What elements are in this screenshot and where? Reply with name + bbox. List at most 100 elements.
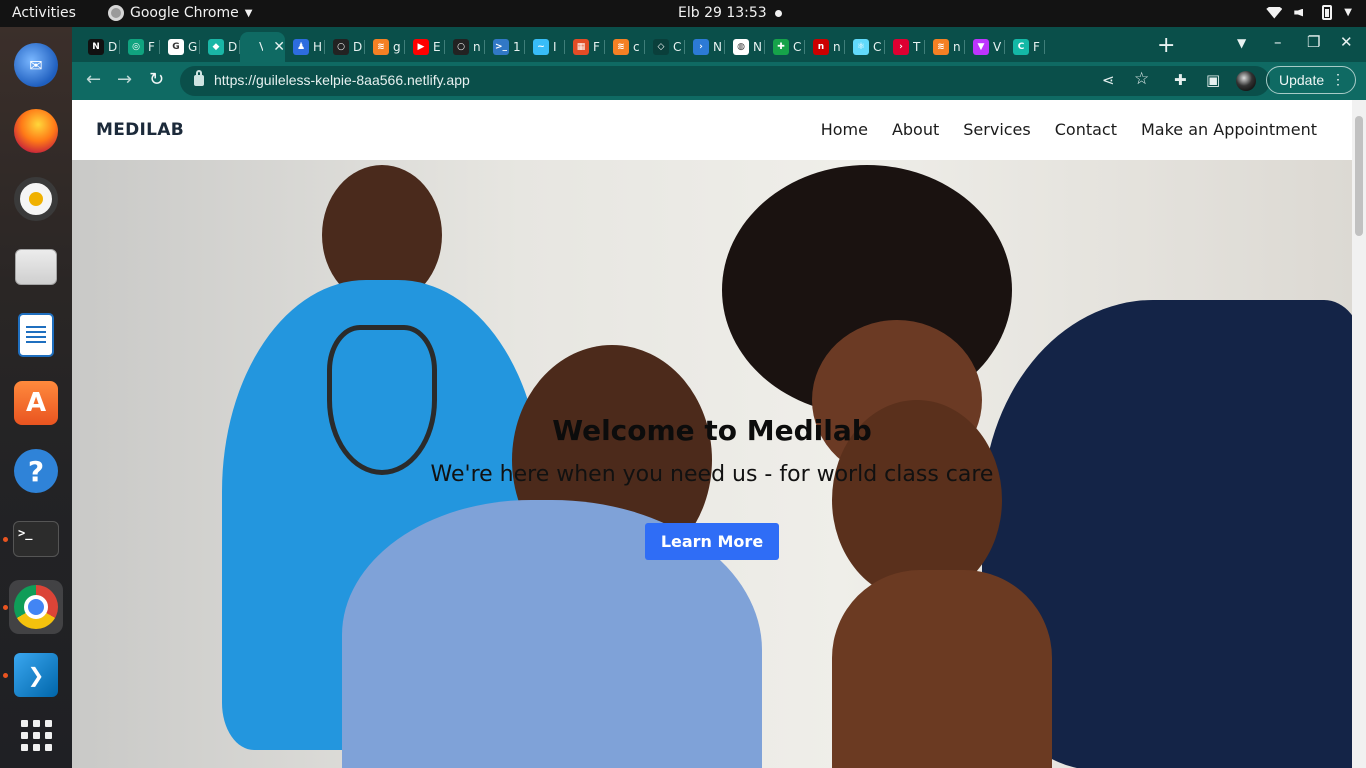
- dock-thunderbird[interactable]: ✉: [9, 38, 63, 92]
- tab[interactable]: ▼ V: [965, 32, 1005, 62]
- tab-favicon-icon: ›: [893, 39, 909, 55]
- tab-favicon-icon: ≋: [613, 39, 629, 55]
- nav-about[interactable]: About: [892, 120, 939, 139]
- tab-active[interactable]: V ✕: [240, 32, 285, 62]
- dock: ✉ A ? >_ ❯: [0, 27, 72, 768]
- tab[interactable]: >_ 1: [485, 32, 525, 62]
- update-button[interactable]: Update ⋮: [1266, 66, 1356, 94]
- site-menu: Home About Services Contact Make an Appo…: [821, 120, 1317, 139]
- tab[interactable]: ♟ H: [285, 32, 325, 62]
- back-button[interactable]: ←: [86, 69, 101, 90]
- dock-firefox[interactable]: [9, 104, 63, 158]
- dock-writer[interactable]: [9, 308, 63, 362]
- maximize-button[interactable]: ❐: [1307, 33, 1320, 51]
- dock-vscode[interactable]: ❯: [9, 648, 63, 702]
- tab-title: n: [833, 40, 841, 54]
- app-menu-label: Google Chrome: [130, 5, 239, 21]
- share-icon[interactable]: ⋖: [1102, 71, 1115, 89]
- nav-contact[interactable]: Contact: [1055, 120, 1117, 139]
- tab-title: D: [228, 40, 238, 54]
- page-scrollbar[interactable]: [1352, 100, 1366, 768]
- tab[interactable]: ◎ F: [120, 32, 160, 62]
- tab-favicon-icon: ⚛: [853, 39, 869, 55]
- page-viewport: MEDILAB Home About Services Contact Make…: [72, 100, 1366, 768]
- tab-strip: + ▼ – ❐ ✕ N D ◎ F G G ◆ D V ✕ ♟ H ○ D ≋ g ▶ E ○ n >_ 1 ~ I ▦ F ≋ c ◇…: [72, 27, 1366, 62]
- tab-favicon-icon: n: [813, 39, 829, 55]
- tab-title: V: [258, 40, 264, 54]
- learn-more-button[interactable]: Learn More: [644, 523, 780, 560]
- tab-favicon-icon: ≋: [373, 39, 389, 55]
- tab-title: C: [873, 40, 882, 54]
- url-text[interactable]: https://guileless-kelpie-8aa566.netlify.…: [214, 72, 470, 88]
- tab-favicon-icon: ○: [333, 39, 349, 55]
- app-menu[interactable]: Google Chrome ▼: [108, 5, 252, 21]
- tab[interactable]: ≋ n: [925, 32, 965, 62]
- show-applications-button[interactable]: [9, 708, 63, 762]
- close-tab-icon[interactable]: ✕: [273, 39, 285, 55]
- tab[interactable]: nn: [805, 32, 845, 62]
- tab-title: c: [633, 40, 640, 54]
- more-menu-icon[interactable]: ⋮: [1331, 71, 1345, 88]
- nav-home[interactable]: Home: [821, 120, 868, 139]
- tab[interactable]: ≋ c: [605, 32, 645, 62]
- tab[interactable]: ◇ C: [645, 32, 685, 62]
- minimize-button[interactable]: –: [1274, 33, 1282, 51]
- tab-favicon-icon: ▼: [973, 39, 989, 55]
- address-bar[interactable]: https://guileless-kelpie-8aa566.netlify.…: [180, 66, 1270, 96]
- nav-appointment[interactable]: Make an Appointment: [1141, 120, 1317, 139]
- tab[interactable]: ✚ C: [765, 32, 805, 62]
- notification-dot-icon: [775, 10, 782, 17]
- tab[interactable]: ≋ g: [365, 32, 405, 62]
- tab[interactable]: ○ n: [445, 32, 485, 62]
- tab[interactable]: ▶ E: [405, 32, 445, 62]
- close-window-button[interactable]: ✕: [1340, 33, 1353, 51]
- dock-files[interactable]: [9, 240, 63, 294]
- system-menu[interactable]: ▼: [1266, 5, 1352, 20]
- clock[interactable]: Elb 29 13:53: [678, 5, 767, 21]
- battery-icon: [1322, 5, 1333, 20]
- tab-title: F: [593, 40, 600, 54]
- tab[interactable]: ○ D: [325, 32, 365, 62]
- tab[interactable]: GG: [160, 32, 200, 62]
- dock-rhythmbox[interactable]: [9, 172, 63, 226]
- site-logo[interactable]: MEDILAB: [96, 120, 184, 140]
- tab-favicon-icon: ≋: [933, 39, 949, 55]
- tab[interactable]: ~ I: [525, 32, 565, 62]
- site-navbar: MEDILAB Home About Services Contact Make…: [72, 100, 1352, 160]
- tab[interactable]: › N: [685, 32, 725, 62]
- tab[interactable]: ◆ D: [200, 32, 240, 62]
- bookmark-star-icon[interactable]: ☆: [1134, 69, 1149, 89]
- forward-button[interactable]: →: [117, 69, 132, 90]
- lock-icon[interactable]: [194, 70, 204, 86]
- extensions-icon[interactable]: ✚: [1174, 71, 1187, 89]
- tab-title: T: [913, 40, 921, 54]
- tab-title: C: [673, 40, 682, 54]
- activities-button[interactable]: Activities: [12, 5, 76, 21]
- tab-favicon-icon: ▦: [573, 39, 589, 55]
- dock-terminal[interactable]: >_: [9, 512, 63, 566]
- tab[interactable]: ⚛ C: [845, 32, 885, 62]
- tab-title: V: [993, 40, 1002, 54]
- nav-services[interactable]: Services: [963, 120, 1030, 139]
- reload-button[interactable]: ↻: [149, 69, 164, 90]
- scrollbar-thumb[interactable]: [1355, 116, 1363, 236]
- software-store-icon: A: [14, 381, 58, 425]
- tab-title: E: [433, 40, 441, 54]
- tab[interactable]: ◍ N: [725, 32, 765, 62]
- side-panel-icon[interactable]: ▣: [1206, 71, 1220, 89]
- dock-software[interactable]: A: [9, 376, 63, 430]
- tab-favicon-icon: ◍: [733, 39, 749, 55]
- tab-favicon-icon: ›: [693, 39, 709, 55]
- tab[interactable]: › T: [885, 32, 925, 62]
- tab[interactable]: ▦ F: [565, 32, 605, 62]
- tab-title: F: [1033, 40, 1040, 54]
- tab-search-button[interactable]: ▼: [1237, 36, 1246, 50]
- tab[interactable]: ND: [80, 32, 120, 62]
- profile-avatar[interactable]: [1236, 71, 1256, 91]
- dock-help[interactable]: ?: [9, 444, 63, 498]
- dock-chrome[interactable]: [9, 580, 63, 634]
- tab[interactable]: CF: [1005, 32, 1045, 62]
- help-icon: ?: [14, 449, 58, 493]
- new-tab-button[interactable]: +: [1157, 33, 1175, 58]
- tab-favicon-icon: ♟: [293, 39, 309, 55]
